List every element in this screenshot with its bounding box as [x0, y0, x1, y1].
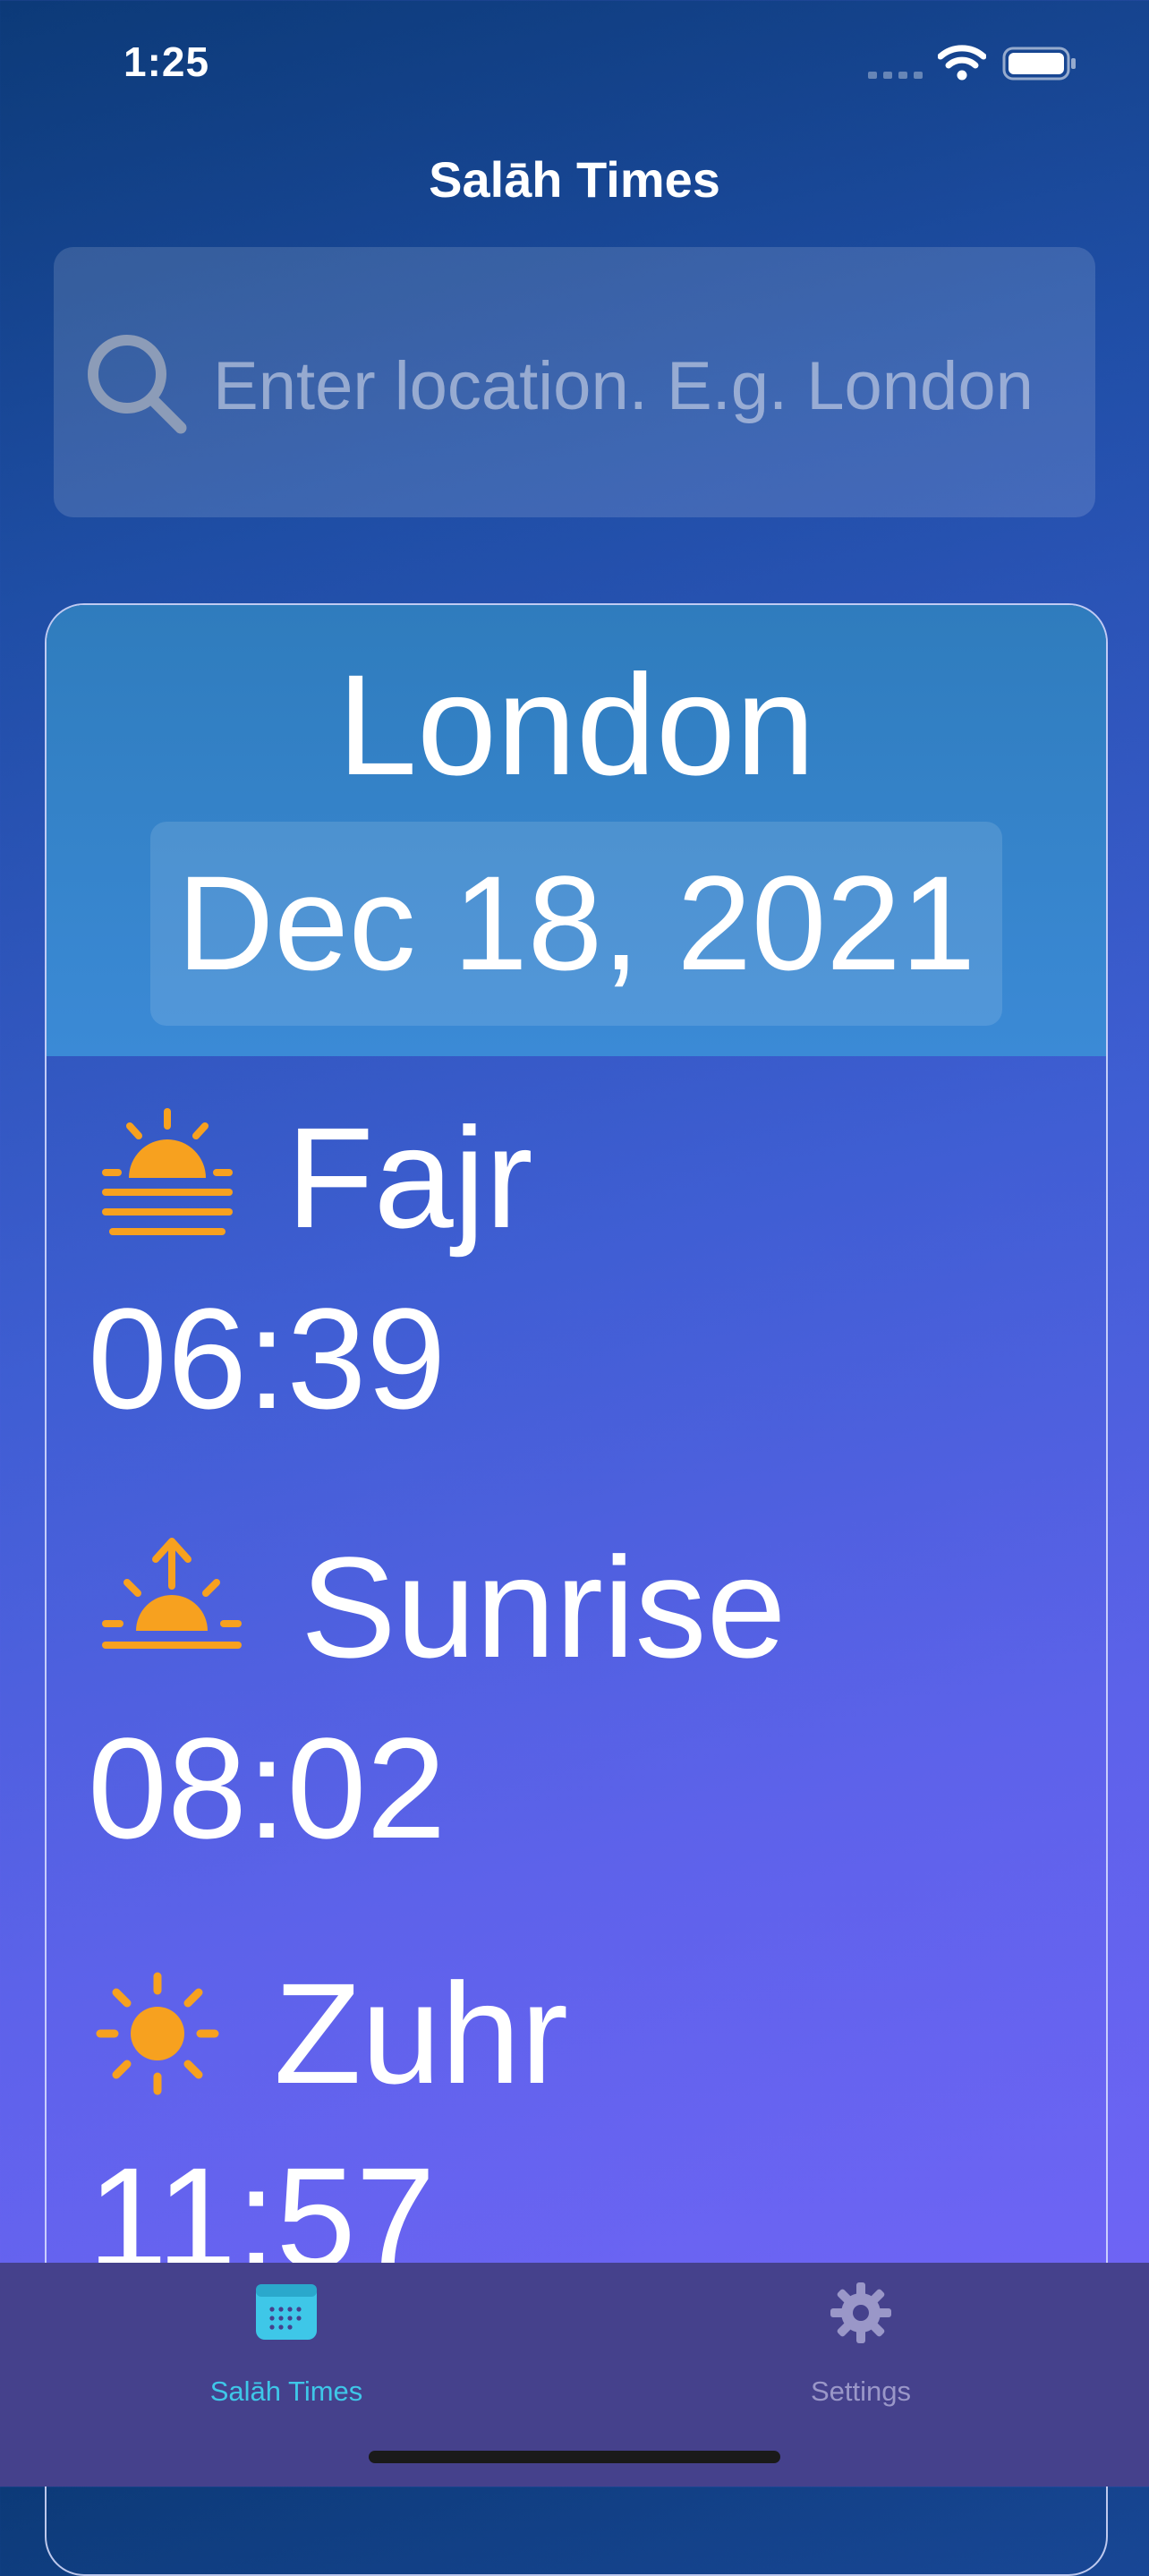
status-bar: 1:25: [0, 0, 1149, 125]
sunrise-arrow-icon: [102, 1538, 242, 1649]
search-bar[interactable]: [54, 247, 1095, 517]
battery-icon: [1002, 47, 1076, 81]
date-value: Dec 18, 2021: [176, 848, 976, 998]
prayer-name: Zuhr: [274, 1953, 568, 2113]
tab-settings[interactable]: Settings: [682, 2263, 1040, 2442]
prayer-row-fajr: Fajr 06:39: [47, 1106, 1106, 1500]
card-header: London Dec 18, 2021: [47, 605, 1106, 1056]
status-time: 1:25: [123, 38, 210, 85]
city-name: London: [337, 644, 815, 805]
prayer-time: 06:39: [88, 1278, 447, 1438]
page-title: Salāh Times: [429, 151, 720, 208]
tab-label: Salāh Times: [209, 2376, 363, 2407]
search-icon: [88, 335, 187, 434]
prayer-name: Fajr: [286, 1097, 533, 1258]
sun-icon: [96, 1972, 219, 2095]
search-input[interactable]: [211, 322, 1083, 449]
prayer-row-sunrise: Sunrise 08:02: [47, 1536, 1106, 1930]
tab-label: Settings: [810, 2376, 911, 2407]
cellular-signal-icon: [868, 72, 923, 79]
prayer-time: 08:02: [88, 1708, 447, 1868]
wifi-icon: [938, 45, 986, 81]
gear-icon: [830, 2282, 891, 2343]
home-indicator[interactable]: [369, 2451, 780, 2463]
calendar-icon: [256, 2284, 317, 2340]
sunrise-horizon-icon: [102, 1108, 233, 1235]
tab-salah-times[interactable]: Salāh Times: [107, 2263, 465, 2442]
date-picker[interactable]: Dec 18, 2021: [150, 822, 1002, 1026]
prayer-name: Sunrise: [301, 1527, 787, 1687]
